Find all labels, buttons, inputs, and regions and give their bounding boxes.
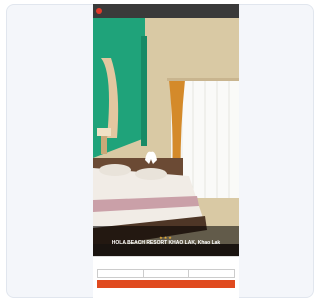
hotel-name: HOLA BEACH RESORT KHAO LAK, Khao Lak <box>111 240 221 246</box>
guests-field[interactable] <box>189 270 234 277</box>
booking-divider <box>93 256 239 257</box>
booking-fields <box>97 269 235 278</box>
check-in-field[interactable] <box>98 270 144 277</box>
booking-widget <box>93 256 239 302</box>
check-out-field[interactable] <box>144 270 190 277</box>
phone-screenshot: ★★★ HOLA BEACH RESORT KHAO LAK, Khao Lak <box>93 4 239 302</box>
search-button[interactable] <box>97 280 235 288</box>
brand-logo-icon[interactable] <box>96 8 102 14</box>
top-nav-bar <box>93 4 239 18</box>
